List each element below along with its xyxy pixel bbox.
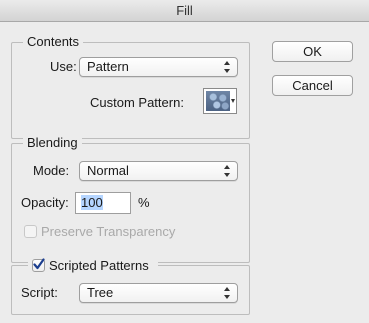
ok-button-label: OK: [303, 44, 322, 59]
script-dropdown-value: Tree: [87, 285, 114, 300]
cancel-button[interactable]: Cancel: [272, 75, 353, 96]
use-label: Use:: [50, 59, 77, 74]
opacity-input[interactable]: 100: [75, 192, 131, 214]
opacity-value: 100: [81, 195, 103, 210]
preserve-transparency-checkbox[interactable]: [24, 225, 37, 238]
caret-down-icon: [231, 99, 235, 103]
window-title: Fill: [176, 3, 193, 18]
scripted-patterns-group: Scripted Patterns Script: Tree: [11, 258, 250, 315]
script-label: Script:: [21, 285, 58, 300]
checkmark-icon: [33, 258, 45, 270]
blending-legend: Blending: [23, 135, 82, 150]
mode-label: Mode:: [33, 163, 70, 178]
preserve-transparency-label: Preserve Transparency: [41, 224, 176, 239]
scripted-patterns-label: Scripted Patterns: [49, 258, 149, 273]
scripted-patterns-legend: Scripted Patterns: [28, 258, 158, 274]
fill-dialog: Contents Use: Pattern Custom Pattern: Bl…: [0, 22, 369, 323]
custom-pattern-picker[interactable]: [203, 88, 237, 114]
ok-button[interactable]: OK: [272, 41, 353, 62]
blending-group: Blending Mode: Normal Opacity: 100 % Pre…: [11, 135, 250, 263]
contents-legend: Contents: [23, 34, 84, 49]
contents-group: Contents Use: Pattern Custom Pattern:: [11, 34, 250, 139]
pattern-swatch: [206, 91, 230, 111]
custom-pattern-label: Custom Pattern:: [90, 95, 184, 110]
cancel-button-label: Cancel: [292, 78, 333, 93]
use-dropdown-value: Pattern: [87, 59, 129, 74]
up-down-arrows-icon: [224, 61, 230, 73]
script-dropdown[interactable]: Tree: [79, 283, 238, 303]
up-down-arrows-icon: [224, 165, 230, 177]
up-down-arrows-icon: [224, 287, 230, 299]
mode-dropdown[interactable]: Normal: [79, 161, 238, 181]
mode-dropdown-value: Normal: [87, 163, 129, 178]
window-title-bar: Fill: [0, 0, 369, 22]
use-dropdown[interactable]: Pattern: [79, 57, 238, 77]
opacity-unit: %: [138, 195, 150, 210]
opacity-label: Opacity:: [21, 195, 69, 210]
scripted-patterns-checkbox[interactable]: [32, 258, 45, 272]
